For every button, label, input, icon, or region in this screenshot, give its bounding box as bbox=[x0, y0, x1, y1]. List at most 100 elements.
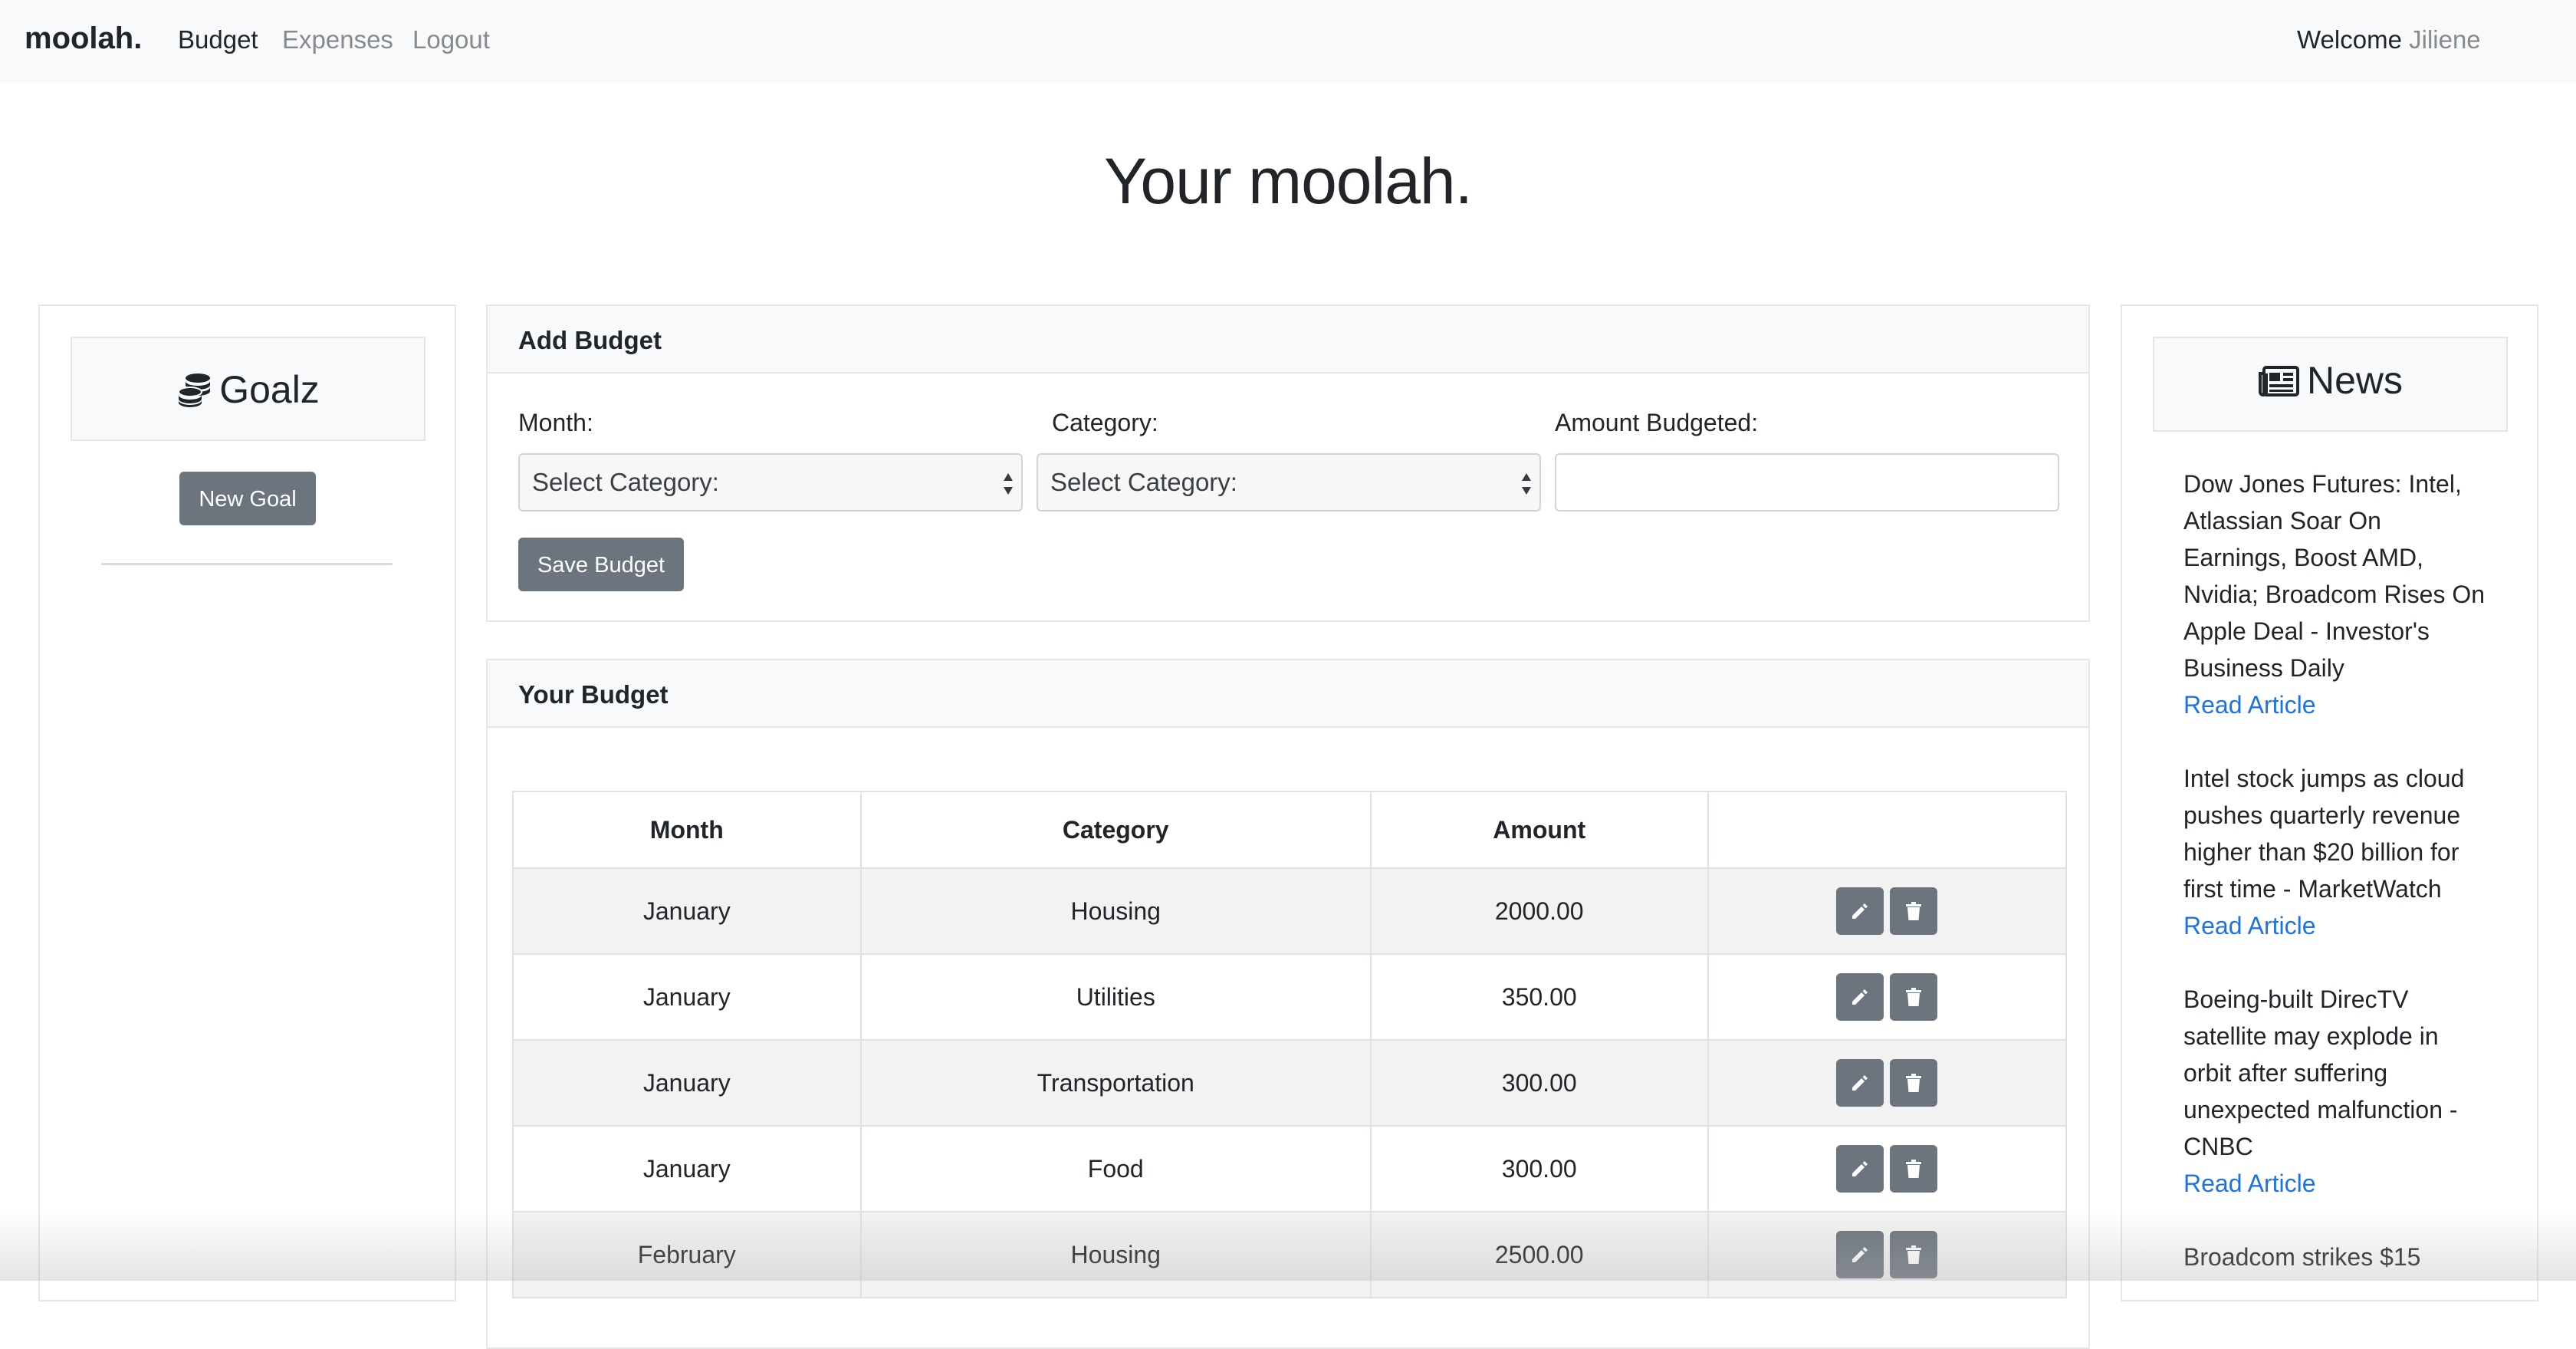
select-arrows-icon bbox=[1004, 473, 1013, 495]
news-header: News bbox=[2153, 337, 2508, 432]
trash-icon bbox=[1906, 1160, 1922, 1178]
news-panel: News Dow Jones Futures: Intel, Atlassian… bbox=[2121, 304, 2538, 1301]
amount-label: Amount Budgeted: bbox=[1555, 409, 1759, 436]
table-row: February Housing 2500.00 bbox=[512, 1211, 2067, 1298]
welcome-message: Welcome Jiliene bbox=[2297, 25, 2481, 54]
nav-link-expenses[interactable]: Expenses bbox=[282, 25, 393, 54]
cell-month: January bbox=[512, 1125, 862, 1212]
username: Jiliene bbox=[2409, 25, 2481, 54]
delete-button[interactable] bbox=[1890, 1059, 1938, 1107]
cell-category: Housing bbox=[859, 1211, 1372, 1298]
column-header-amount: Amount bbox=[1369, 791, 1709, 869]
month-select[interactable]: Select Category: bbox=[518, 453, 1023, 512]
edit-button[interactable] bbox=[1836, 973, 1884, 1021]
pencil-icon bbox=[1852, 989, 1868, 1005]
cell-category: Food bbox=[859, 1125, 1372, 1212]
budget-table: Month Category Amount January Housing 2000… bbox=[512, 791, 2067, 1298]
top-navbar: moolah. Budget Expenses Logout Welcome J… bbox=[0, 0, 2576, 83]
trash-icon bbox=[1906, 988, 1922, 1006]
table-row: January Housing 2000.00 bbox=[512, 867, 2067, 955]
news-headline: Dow Jones Futures: Intel, Atlassian Soar… bbox=[2183, 470, 2486, 682]
cell-amount: 300.00 bbox=[1369, 1039, 1709, 1127]
goals-panel: Goalz New Goal bbox=[38, 304, 456, 1301]
goals-divider bbox=[101, 563, 393, 565]
table-row: January Food 300.00 bbox=[512, 1125, 2067, 1212]
goals-title: Goalz bbox=[72, 367, 424, 412]
amount-input[interactable] bbox=[1555, 453, 2059, 512]
delete-button[interactable] bbox=[1890, 887, 1938, 935]
table-header-row: Month Category Amount bbox=[512, 791, 2067, 869]
news-item: Intel stock jumps as cloud pushes quarte… bbox=[2183, 760, 2490, 944]
cell-month: January bbox=[512, 867, 862, 955]
category-select[interactable]: Select Category: bbox=[1037, 453, 1541, 512]
add-budget-title: Add Budget bbox=[518, 326, 662, 354]
news-item: Boeing-built DirecTV satellite may explo… bbox=[2183, 981, 2490, 1202]
nav-link-budget[interactable]: Budget bbox=[178, 25, 258, 54]
your-budget-header: Your Budget bbox=[488, 660, 2088, 728]
cell-category: Housing bbox=[859, 867, 1372, 955]
trash-icon bbox=[1906, 902, 1922, 920]
cell-actions bbox=[1707, 953, 2067, 1041]
pencil-icon bbox=[1852, 903, 1868, 919]
trash-icon bbox=[1906, 1245, 1922, 1264]
edit-button[interactable] bbox=[1836, 1059, 1884, 1107]
pencil-icon bbox=[1852, 1247, 1868, 1262]
cell-actions bbox=[1707, 867, 2067, 955]
goals-header: Goalz bbox=[71, 337, 426, 441]
table-row: January Utilities 350.00 bbox=[512, 953, 2067, 1041]
column-header-month: Month bbox=[512, 791, 862, 869]
edit-button[interactable] bbox=[1836, 1145, 1884, 1193]
cell-category: Utilities bbox=[859, 953, 1372, 1041]
news-headline: Intel stock jumps as cloud pushes quarte… bbox=[2183, 765, 2465, 903]
cell-amount: 2000.00 bbox=[1369, 867, 1709, 955]
cell-amount: 2500.00 bbox=[1369, 1211, 1709, 1298]
table-row: January Transportation 300.00 bbox=[512, 1039, 2067, 1127]
add-budget-header: Add Budget bbox=[488, 306, 2088, 373]
goals-title-text: Goalz bbox=[219, 368, 320, 411]
page-title: Your moolah. bbox=[1104, 145, 1473, 217]
pencil-icon bbox=[1852, 1161, 1868, 1176]
news-headline: Broadcom strikes $15 bbox=[2183, 1243, 2421, 1271]
cell-actions bbox=[1707, 1039, 2067, 1127]
newspaper-icon bbox=[2258, 366, 2299, 396]
column-header-actions bbox=[1707, 791, 2067, 869]
cell-amount: 300.00 bbox=[1369, 1125, 1709, 1212]
edit-button[interactable] bbox=[1836, 1231, 1884, 1278]
month-select-value: Select Category: bbox=[532, 468, 719, 496]
trash-icon bbox=[1906, 1074, 1922, 1092]
cell-actions bbox=[1707, 1125, 2067, 1212]
month-label: Month: bbox=[518, 409, 593, 436]
pencil-icon bbox=[1852, 1075, 1868, 1091]
add-budget-card: Add Budget Month: Select Category: Categ… bbox=[486, 304, 2090, 622]
news-item: Broadcom strikes $15 bbox=[2183, 1239, 2490, 1275]
brand-logo[interactable]: moolah. bbox=[25, 21, 142, 56]
your-budget-card: Your Budget Month Category Amount Januar… bbox=[486, 659, 2090, 1349]
category-select-value: Select Category: bbox=[1050, 468, 1237, 496]
cell-category: Transportation bbox=[859, 1039, 1372, 1127]
news-headline: Boeing-built DirecTV satellite may explo… bbox=[2183, 985, 2458, 1160]
category-label: Category: bbox=[1052, 409, 1158, 436]
news-title: News bbox=[2154, 358, 2506, 403]
new-goal-button[interactable]: New Goal bbox=[179, 472, 316, 525]
read-article-link[interactable]: Read Article bbox=[2183, 686, 2490, 723]
cell-month: January bbox=[512, 953, 862, 1041]
your-budget-title: Your Budget bbox=[518, 680, 669, 709]
news-item: Dow Jones Futures: Intel, Atlassian Soar… bbox=[2183, 466, 2490, 723]
cell-month: January bbox=[512, 1039, 862, 1127]
welcome-label: Welcome bbox=[2297, 25, 2402, 54]
news-title-text: News bbox=[2306, 359, 2404, 402]
read-article-link[interactable]: Read Article bbox=[2183, 907, 2490, 944]
read-article-link[interactable]: Read Article bbox=[2183, 1165, 2490, 1202]
delete-button[interactable] bbox=[1890, 973, 1938, 1021]
cell-month: February bbox=[512, 1211, 862, 1298]
delete-button[interactable] bbox=[1890, 1231, 1938, 1278]
cell-actions bbox=[1707, 1211, 2067, 1298]
nav-link-logout[interactable]: Logout bbox=[412, 25, 490, 54]
cell-amount: 350.00 bbox=[1369, 953, 1709, 1041]
edit-button[interactable] bbox=[1836, 887, 1884, 935]
select-arrows-icon bbox=[1522, 473, 1531, 495]
coins-icon bbox=[178, 373, 211, 407]
delete-button[interactable] bbox=[1890, 1145, 1938, 1193]
column-header-category: Category bbox=[859, 791, 1372, 869]
save-budget-button[interactable]: Save Budget bbox=[518, 538, 684, 591]
